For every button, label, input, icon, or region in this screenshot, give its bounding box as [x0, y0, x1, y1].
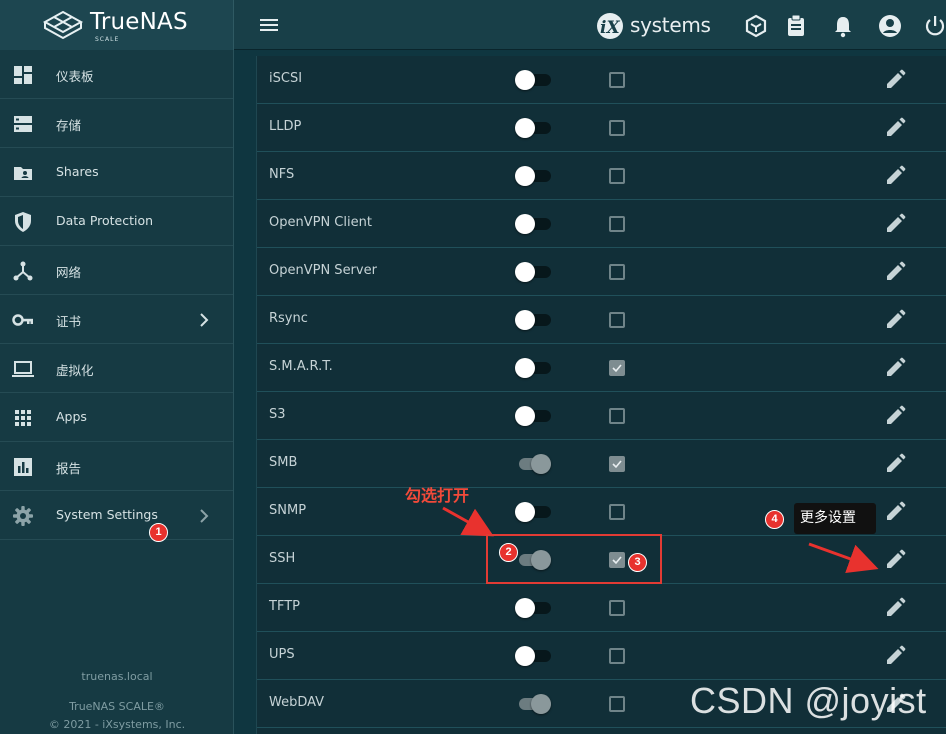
annotation-arrows [442, 506, 879, 573]
step-badge-4: 4 [765, 510, 784, 529]
watermark: CSDN @joyist [690, 680, 927, 721]
annotation-check-open: 勾选打开 [405, 486, 470, 505]
arrow-to-ssh-toggle [442, 506, 494, 537]
tooltip-more-settings: 更多设置 [794, 503, 876, 534]
step-badge-1: 1 [149, 523, 168, 542]
step-badge-2: 2 [499, 543, 518, 562]
arrow-to-ssh-edit [808, 542, 879, 573]
step-badge-3: 3 [628, 553, 647, 572]
